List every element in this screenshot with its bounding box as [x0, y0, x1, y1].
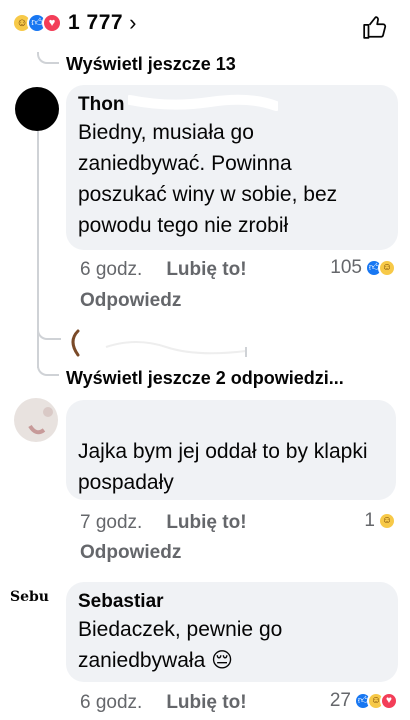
haha-emoji-icon: ☺ [378, 512, 396, 530]
hidden-reply-avatar[interactable] [66, 327, 266, 363]
view-more-comments-link[interactable]: Wyświetl jeszcze 13 [66, 54, 236, 75]
comment-reactions[interactable]: 105 👍︎ ☺ [330, 257, 396, 279]
comment-text: Biedny, musiała go zaniedbywać. Powinna … [78, 121, 338, 237]
thumbs-up-outline-icon[interactable] [362, 14, 388, 40]
avatar[interactable] [15, 87, 59, 131]
comment-bubble: Sebastiar Biedaczek, pewnie go zaniedbyw… [66, 582, 398, 682]
comment-reactions[interactable]: 1 ☺ [364, 510, 396, 532]
comment-meta: 6 godz. Lubię to! [80, 259, 247, 281]
reactions-summary[interactable]: ☺ 👍︎ ♥ 1 777 › [12, 10, 136, 36]
comment-bubble: Jajka bym jej oddał to by klapki pospada… [66, 400, 396, 500]
comment-meta: 7 godz. Lubię to! [80, 512, 247, 534]
chevron-right-icon: › [129, 10, 137, 35]
view-more-replies-link[interactable]: Wyświetl jeszcze 2 odpowiedzi... [66, 368, 344, 389]
thread-connector [37, 364, 59, 376]
reaction-count: 105 [330, 257, 362, 278]
thread-connector [37, 52, 59, 64]
avatar[interactable] [14, 398, 58, 442]
author-name[interactable]: Sebastiar [78, 590, 164, 614]
reply-link[interactable]: Odpowiedz [80, 290, 181, 312]
like-link[interactable]: Lubię to! [166, 259, 246, 281]
reaction-total: 1 777 [68, 11, 124, 34]
avatar[interactable]: Sebu [10, 588, 66, 632]
like-link[interactable]: Lubię to! [166, 512, 246, 534]
comment-time[interactable]: 7 godz. [80, 512, 142, 534]
reaction-icons: ☺ 👍︎ ♥ [12, 13, 62, 33]
comment-author[interactable]: Sebastiar [78, 590, 386, 614]
redaction-scribble [128, 94, 279, 111]
comment-text: Jajka bym jej oddał to by klapki pospada… [78, 440, 368, 494]
avatar-image [28, 407, 53, 435]
heart-icon: ♥ [42, 13, 62, 33]
comment-author[interactable]: Thon [78, 93, 386, 117]
reply-link[interactable]: Odpowiedz [80, 542, 181, 564]
heart-icon: ♥ [380, 692, 398, 710]
reaction-count: 27 [329, 690, 351, 711]
thread-connector [37, 326, 61, 340]
comments-screen: ☺ 👍︎ ♥ 1 777 › Wyświetl jeszcze 13 Thon … [0, 0, 410, 720]
like-link[interactable]: Lubię to! [166, 692, 246, 714]
comment-time[interactable]: 6 godz. [80, 692, 142, 714]
avatar-text: Sebu [10, 589, 49, 605]
comment-time[interactable]: 6 godz. [80, 259, 142, 281]
comment-reactions[interactable]: 27 👍︎ ☺ ♥ [330, 690, 398, 712]
author-name[interactable]: Thon [78, 93, 124, 117]
reaction-count: 1 [364, 510, 375, 531]
comment-text: Biedaczek, pewnie go zaniedbywała 😔 [78, 618, 283, 672]
haha-emoji-icon: ☺ [378, 259, 396, 277]
comment-meta: 6 godz. Lubię to! [80, 692, 247, 714]
comment-bubble: Thon Biedny, musiała go zaniedbywać. Pow… [66, 85, 398, 250]
